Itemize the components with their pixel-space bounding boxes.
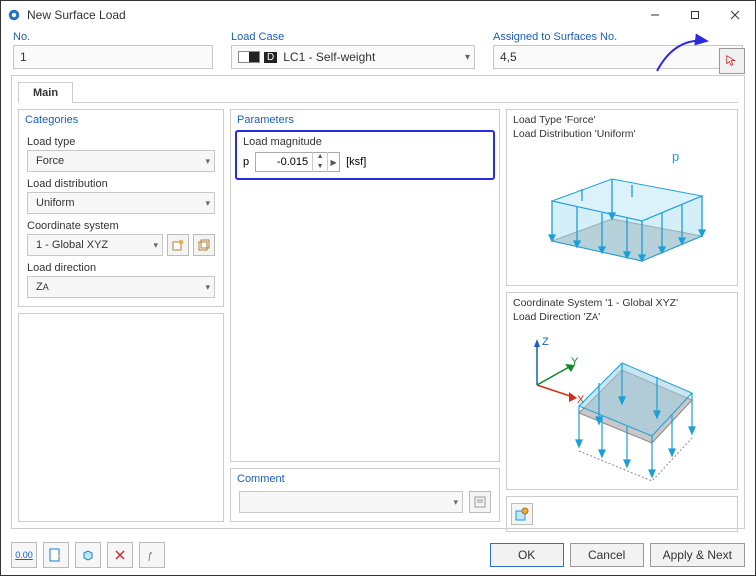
new-item-icon xyxy=(172,239,184,251)
tool-units-button[interactable]: 0.00 xyxy=(11,542,37,568)
preview-coord-text: Coordinate System '1 - Global XYZ' xyxy=(513,297,731,311)
svg-text:ƒ: ƒ xyxy=(147,551,153,562)
tabstrip: Main xyxy=(18,82,738,103)
comment-edit-button[interactable] xyxy=(469,491,491,513)
load-direction-value: ZA xyxy=(36,281,49,293)
load-distribution-label: Load distribution xyxy=(27,178,215,190)
categories-extra-panel xyxy=(18,313,224,522)
preview-loadtype-text: Load Type 'Force' xyxy=(513,114,731,128)
close-button[interactable] xyxy=(715,1,755,29)
preview-bottom-graphic: Z Y X xyxy=(513,325,731,485)
titlebar: New Surface Load xyxy=(1,1,755,29)
apply-next-button[interactable]: Apply & Next xyxy=(650,543,745,567)
chevron-down-icon: ▾ xyxy=(153,240,158,251)
view-settings-icon xyxy=(515,507,529,521)
ok-button[interactable]: OK xyxy=(490,543,564,567)
svg-text:p: p xyxy=(672,149,679,164)
coord-system-dropdown[interactable]: 1 - Global XYZ ▾ xyxy=(27,234,163,256)
minimize-button[interactable] xyxy=(635,1,675,29)
svg-text:Y: Y xyxy=(571,356,579,368)
maximize-button[interactable] xyxy=(675,1,715,29)
cursor-pick-icon xyxy=(725,54,739,68)
chevron-down-icon: ▾ xyxy=(205,198,210,209)
load-type-dropdown[interactable]: Force ▾ xyxy=(27,150,215,172)
svg-text:Z: Z xyxy=(542,336,549,348)
magnitude-input[interactable] xyxy=(256,156,312,168)
spin-up-button[interactable]: ▲ xyxy=(313,152,327,162)
preview-distribution-text: Load Distribution 'Uniform' xyxy=(513,128,731,142)
window-title: New Surface Load xyxy=(27,8,126,22)
load-type-label: Load type xyxy=(27,136,215,148)
tab-main[interactable]: Main xyxy=(18,82,73,103)
parameters-panel: Parameters Load magnitude p ▲ ▼ xyxy=(230,109,500,462)
parameters-highlight: Load magnitude p ▲ ▼ ▶ [ks xyxy=(235,130,495,180)
coord-library-button[interactable] xyxy=(193,234,215,256)
cancel-button[interactable]: Cancel xyxy=(570,543,644,567)
magnitude-spinner[interactable]: ▲ ▼ ▶ xyxy=(255,152,340,172)
preview-tools xyxy=(506,496,738,532)
preview-settings-button[interactable] xyxy=(511,503,533,525)
spin-down-button[interactable]: ▼ xyxy=(313,162,327,172)
footer: 0.00 ƒ OK Cancel Apply & Next xyxy=(1,535,755,575)
tool-script-button[interactable]: ƒ xyxy=(139,542,165,568)
loadcase-badge: D xyxy=(264,52,277,63)
preview-direction-text: Load Direction 'ZA' xyxy=(513,311,731,325)
parameters-title: Parameters xyxy=(231,110,499,128)
tool-reset-button[interactable] xyxy=(107,542,133,568)
load-direction-dropdown[interactable]: ZA ▾ xyxy=(27,276,215,298)
function-icon: ƒ xyxy=(145,548,159,562)
comment-dropdown[interactable]: ▾ xyxy=(239,491,463,513)
dialog-body: Main Categories Load type Force ▾ Load di… xyxy=(11,75,745,529)
assigned-field[interactable]: 4,5 xyxy=(493,45,743,69)
load-type-value: Force xyxy=(36,155,64,167)
load-distribution-dropdown[interactable]: Uniform ▾ xyxy=(27,192,215,214)
loadcase-color-icon xyxy=(238,51,260,63)
comment-title: Comment xyxy=(231,469,499,487)
assigned-label: Assigned to Surfaces No. xyxy=(493,31,743,43)
step-right-button[interactable]: ▶ xyxy=(327,152,339,172)
note-icon xyxy=(474,496,486,508)
magnitude-symbol: p xyxy=(243,156,249,168)
chevron-down-icon: ▾ xyxy=(205,156,210,167)
coord-system-label: Coordinate system xyxy=(27,220,215,232)
magnitude-unit: [ksf] xyxy=(346,156,366,168)
dialog-window: New Surface Load No. 1 Load Case D LC1 -… xyxy=(0,0,756,576)
list-star-icon xyxy=(49,548,63,562)
pick-surfaces-button[interactable] xyxy=(719,48,745,74)
tool-favorites-button[interactable] xyxy=(43,542,69,568)
load-distribution-value: Uniform xyxy=(36,197,75,209)
cube-icon xyxy=(81,548,95,562)
load-magnitude-label: Load magnitude xyxy=(243,136,487,148)
reset-icon xyxy=(113,548,127,562)
loadcase-value: LC1 - Self-weight xyxy=(283,50,375,64)
load-direction-label: Load direction xyxy=(27,262,215,274)
chevron-down-icon: ▾ xyxy=(453,497,458,508)
chevron-down-icon: ▾ xyxy=(205,282,210,293)
chevron-down-icon: ▾ xyxy=(465,52,470,63)
preview-top: Load Type 'Force' Load Distribution 'Uni… xyxy=(506,109,738,286)
categories-panel: Categories Load type Force ▾ Load distrib… xyxy=(18,109,224,307)
loadcase-dropdown[interactable]: D LC1 - Self-weight ▾ xyxy=(231,45,475,69)
loadcase-label: Load Case xyxy=(231,31,475,43)
comment-section: Comment ▾ xyxy=(230,468,500,522)
no-field[interactable]: 1 xyxy=(13,45,213,69)
preview-top-graphic: p xyxy=(513,141,731,281)
library-icon xyxy=(198,239,210,251)
categories-title: Categories xyxy=(19,110,223,128)
header-row: No. 1 Load Case D LC1 - Self-weight ▾ As… xyxy=(1,29,755,75)
no-label: No. xyxy=(13,31,213,43)
coord-system-value: 1 - Global XYZ xyxy=(36,239,108,251)
tool-view-button[interactable] xyxy=(75,542,101,568)
coord-new-button[interactable] xyxy=(167,234,189,256)
preview-bottom: Coordinate System '1 - Global XYZ' Load … xyxy=(506,292,738,489)
app-icon xyxy=(7,8,21,22)
